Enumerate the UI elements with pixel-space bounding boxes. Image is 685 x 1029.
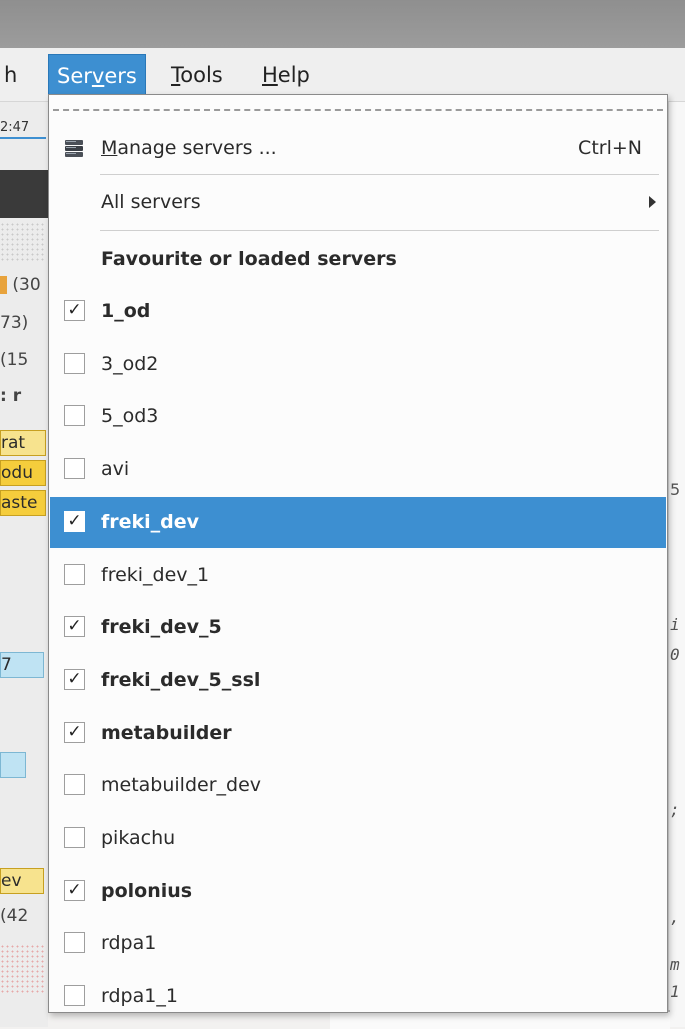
menu-search-partial[interactable]: h: [0, 54, 25, 96]
checkbox-unchecked-icon[interactable]: [64, 932, 85, 954]
menu-servers-label-pre: Ser: [57, 64, 92, 88]
server-item-label: rdpa1: [101, 932, 157, 955]
servers-dropdown-menu: Manage servers ... Ctrl+N All servers Fa…: [48, 94, 668, 1013]
menu-tearoff-line[interactable]: [53, 109, 663, 111]
server-item-label: rdpa1_1: [101, 985, 178, 1008]
server-item-label: 3_od2: [101, 352, 159, 375]
menu-separator: [100, 230, 659, 231]
server-item-label: freki_dev_5_ssl: [101, 668, 261, 691]
section-title: Favourite or loaded servers: [101, 248, 397, 270]
favourite-servers-section-header: Favourite or loaded servers: [50, 234, 666, 285]
server-item-freki-dev-5[interactable]: ✓ freki_dev_5: [50, 602, 666, 653]
server-item-freki-dev-1[interactable]: freki_dev_1: [50, 550, 666, 601]
background-tag-chip: aste: [0, 490, 46, 516]
checkbox-unchecked-icon[interactable]: [64, 563, 85, 585]
manage-servers-item[interactable]: Manage servers ... Ctrl+N: [50, 123, 666, 174]
background-right-fragment: ;: [670, 800, 680, 819]
menu-tools-label: ools: [180, 63, 223, 87]
server-item-label: metabuilder: [101, 721, 232, 744]
checkbox-unchecked-icon[interactable]: [64, 774, 85, 796]
checkbox-checked-icon[interactable]: ✓: [64, 721, 85, 743]
server-item-metabuilder-dev[interactable]: metabuilder_dev: [50, 760, 666, 811]
menu-help-label: elp: [277, 63, 310, 87]
background-dotted-area: [0, 222, 46, 262]
server-item-label: 1_od: [101, 300, 151, 322]
server-item-label: avi: [101, 458, 130, 481]
server-item-1-od[interactable]: ✓ 1_od: [50, 286, 666, 337]
server-item-label: freki_dev: [101, 510, 200, 533]
bg-frag-7: 7: [1, 655, 12, 675]
checkbox-unchecked-icon[interactable]: [64, 352, 85, 374]
server-item-label: polonius: [101, 879, 193, 902]
server-item-polonius[interactable]: ✓ polonius: [50, 866, 666, 917]
background-text-fragment: : r: [0, 386, 22, 406]
server-item-5-od3[interactable]: 5_od3: [50, 391, 666, 442]
submenu-arrow-icon: [649, 196, 656, 208]
checkbox-checked-icon[interactable]: ✓: [64, 300, 85, 321]
checkbox-unchecked-icon[interactable]: [64, 827, 85, 848]
server-item-label: 5_od3: [101, 405, 159, 428]
background-text-fragment: (30: [0, 275, 48, 295]
checkbox-checked-icon[interactable]: ✓: [64, 510, 85, 532]
background-tag-chip: rat: [0, 430, 46, 456]
server-item-pikachu[interactable]: pikachu: [50, 813, 666, 864]
background-right-fragment: ,: [670, 908, 680, 927]
server-item-freki-dev-5-ssl[interactable]: ✓ freki_dev_5_ssl: [50, 655, 666, 706]
server-item-rdpa1-1[interactable]: rdpa1_1: [50, 971, 666, 1012]
server-item-avi[interactable]: avi: [50, 444, 666, 495]
server-item-label: metabuilder_dev: [101, 774, 262, 797]
manage-servers-shortcut: Ctrl+N: [578, 137, 642, 159]
all-servers-label: All servers: [101, 191, 201, 213]
background-right-panel: [668, 102, 685, 1027]
menu-servers-label-post: ers: [104, 64, 137, 88]
background-right-fragment: 1: [670, 982, 680, 1001]
background-time-fragment: 2:47: [0, 120, 46, 139]
server-item-metabuilder[interactable]: ✓ metabuilder: [50, 708, 666, 759]
checkbox-unchecked-icon[interactable]: [64, 985, 85, 1007]
menu-tools[interactable]: Tools: [163, 54, 231, 96]
background-tag-chip: 7: [0, 652, 44, 678]
background-blue-block: [0, 752, 26, 778]
background-tag-chip: odu: [0, 460, 46, 486]
background-right-fragment: 0: [670, 645, 680, 664]
background-text-fragment: 73): [0, 313, 29, 333]
window-titlebar: [0, 0, 685, 48]
background-pink-dotted-area: [0, 944, 46, 994]
menu-servers[interactable]: Servers: [48, 54, 146, 96]
server-item-freki-dev[interactable]: ✓ freki_dev: [50, 496, 666, 548]
background-dark-strip: [0, 170, 48, 218]
bg-frag-0: (30: [12, 275, 41, 295]
background-right-fragment: 5: [670, 480, 681, 499]
server-item-label: freki_dev_5: [101, 616, 222, 639]
server-stack-icon: [65, 140, 83, 157]
background-text-fragment: (42: [0, 906, 29, 926]
checkbox-unchecked-icon[interactable]: [64, 458, 85, 480]
background-text-fragment: (15: [0, 350, 29, 370]
menu-tools-mnemonic: T: [171, 63, 181, 87]
menu-separator: [100, 174, 659, 175]
menu-search-label: h: [4, 63, 18, 87]
manage-servers-label: Manage servers ...: [101, 137, 277, 159]
server-item-rdpa1[interactable]: rdpa1: [50, 918, 666, 969]
background-right-fragment: i: [670, 615, 680, 634]
all-servers-submenu-item[interactable]: All servers: [50, 177, 666, 228]
checkbox-checked-icon[interactable]: ✓: [64, 616, 85, 638]
background-right-fragment: m: [670, 955, 680, 974]
server-item-3-od2[interactable]: 3_od2: [50, 339, 666, 390]
checkbox-checked-icon[interactable]: ✓: [64, 879, 85, 901]
checkbox-checked-icon[interactable]: ✓: [64, 668, 85, 690]
background-tag-chip: ev: [0, 868, 44, 894]
checkbox-unchecked-icon[interactable]: [64, 405, 85, 427]
menu-help[interactable]: Help: [254, 54, 318, 96]
menu-help-mnemonic: H: [262, 63, 278, 87]
server-item-label: pikachu: [101, 827, 176, 849]
menu-servers-mnemonic: v: [91, 64, 105, 88]
server-item-label: freki_dev_1: [101, 563, 210, 586]
